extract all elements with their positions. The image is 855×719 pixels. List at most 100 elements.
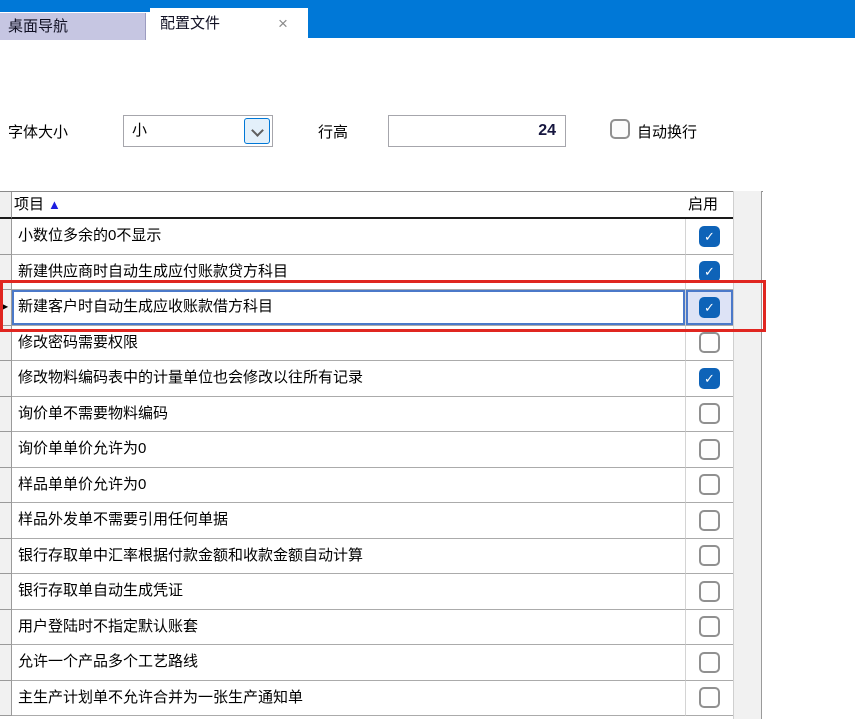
enabled-checkbox[interactable]: ✓ (699, 368, 720, 389)
setting-item-label: 新建客户时自动生成应收账款借方科目 (18, 298, 273, 315)
column-header-item-label: 项目 (14, 196, 44, 213)
setting-item-label: 用户登陆时不指定默认账套 (18, 618, 198, 635)
setting-item-cell[interactable]: 主生产计划单不允许合并为一张生产通知单 (12, 681, 686, 717)
setting-item-cell[interactable]: 新建客户时自动生成应收账款借方科目 (12, 290, 686, 326)
setting-item-label: 样品单单价允许为0 (18, 476, 146, 493)
row-selector-header (0, 192, 12, 219)
table-row: ► 新建客户时自动生成应收账款借方科目 ✓ (0, 290, 763, 326)
enabled-checkbox[interactable]: ✓ (699, 261, 720, 282)
checkmark-icon: ✓ (704, 368, 715, 389)
word-wrap-checkbox[interactable] (610, 119, 630, 139)
setting-item-cell[interactable]: 允许一个产品多个工艺路线 (12, 645, 686, 681)
column-header-enabled[interactable]: 启用 (686, 192, 733, 219)
setting-item-cell[interactable]: 修改物料编码表中的计量单位也会修改以往所有记录 (12, 361, 686, 397)
font-size-select[interactable]: 小 (123, 115, 273, 147)
table-header-row: 项目 ▲ 启用 (0, 191, 763, 219)
checkmark-icon: ✓ (704, 297, 715, 318)
enabled-checkbox[interactable] (699, 439, 720, 460)
row-selector-cell[interactable] (0, 681, 12, 717)
table-row: 主生产计划单不允许合并为一张生产通知单 (0, 681, 763, 717)
row-selector-cell[interactable] (0, 432, 12, 468)
column-header-item[interactable]: 项目 ▲ (12, 192, 686, 219)
enabled-cell (686, 574, 733, 610)
setting-item-label: 允许一个产品多个工艺路线 (18, 653, 198, 670)
setting-item-label: 询价单不需要物料编码 (18, 405, 168, 422)
enabled-cell: ✓ (686, 290, 733, 326)
row-selector-cell[interactable] (0, 361, 12, 397)
enabled-cell: ✓ (686, 255, 733, 291)
setting-item-cell[interactable]: 用户登陆时不指定默认账套 (12, 610, 686, 646)
setting-item-label: 新建供应商时自动生成应付账款贷方科目 (18, 263, 288, 280)
chevron-down-icon (251, 124, 264, 137)
setting-item-cell[interactable]: 银行存取单中汇率根据付款金额和收款金额自动计算 (12, 539, 686, 575)
setting-item-cell[interactable]: 修改密码需要权限 (12, 326, 686, 362)
row-selector-cell[interactable] (0, 503, 12, 539)
setting-item-label: 样品外发单不需要引用任何单据 (18, 511, 228, 528)
word-wrap-label: 自动换行 (637, 121, 697, 142)
setting-item-cell[interactable]: 样品单单价允许为0 (12, 468, 686, 504)
setting-item-label: 小数位多余的0不显示 (18, 227, 161, 244)
row-selector-cell[interactable] (0, 645, 12, 681)
table-row: 修改物料编码表中的计量单位也会修改以往所有记录 ✓ (0, 361, 763, 397)
row-selector-cell[interactable] (0, 397, 12, 433)
enabled-checkbox[interactable]: ✓ (699, 226, 720, 247)
enabled-checkbox[interactable] (699, 616, 720, 637)
row-selector-cell[interactable] (0, 326, 12, 362)
setting-item-label: 修改物料编码表中的计量单位也会修改以往所有记录 (18, 369, 363, 386)
row-selector-cell[interactable] (0, 255, 12, 291)
enabled-cell (686, 681, 733, 717)
enabled-cell (686, 645, 733, 681)
table-row: 允许一个产品多个工艺路线 (0, 645, 763, 681)
tabbar-background (308, 0, 855, 38)
setting-item-cell[interactable]: 银行存取单自动生成凭证 (12, 574, 686, 610)
enabled-cell: ✓ (686, 361, 733, 397)
enabled-checkbox[interactable] (699, 474, 720, 495)
row-selector-cell[interactable] (0, 219, 12, 255)
enabled-cell (686, 539, 733, 575)
row-selector-cell[interactable]: ► (0, 290, 12, 326)
enabled-checkbox[interactable] (699, 510, 720, 531)
row-selector-cell[interactable] (0, 574, 12, 610)
dropdown-button[interactable] (244, 118, 270, 144)
enabled-checkbox[interactable] (699, 581, 720, 602)
checkmark-icon: ✓ (704, 261, 715, 282)
tab-config-file-label: 配置文件 (160, 8, 220, 40)
setting-item-cell[interactable]: 样品外发单不需要引用任何单据 (12, 503, 686, 539)
settings-table: 项目 ▲ 启用 小数位多余的0不显示 ✓ 新建供应商时自动生成应付账款贷方科目 ✓ (0, 191, 763, 719)
setting-item-cell[interactable]: 询价单不需要物料编码 (12, 397, 686, 433)
font-size-selected-value: 小 (132, 116, 147, 146)
table-row: 银行存取单自动生成凭证 (0, 574, 763, 610)
enabled-checkbox[interactable] (699, 652, 720, 673)
tab-config-file[interactable]: 配置文件 × (150, 8, 308, 40)
enabled-checkbox[interactable] (699, 403, 720, 424)
table-row: 询价单单价允许为0 (0, 432, 763, 468)
enabled-checkbox[interactable] (699, 687, 720, 708)
app-window: 桌面导航 配置文件 × 字体大小 小 行高 24 自动换行 项目▲ 启用 小数位… (0, 0, 855, 719)
table-row: 询价单不需要物料编码 (0, 397, 763, 433)
setting-item-cell[interactable]: 新建供应商时自动生成应付账款贷方科目 (12, 255, 686, 291)
enabled-checkbox[interactable]: ✓ (699, 297, 720, 318)
row-selector-cell[interactable] (0, 610, 12, 646)
current-row-arrow-icon: ► (1, 302, 10, 312)
close-tab-icon[interactable]: × (268, 8, 298, 40)
table-row: 修改密码需要权限 (0, 326, 763, 362)
enabled-cell (686, 432, 733, 468)
checkmark-icon: ✓ (704, 226, 715, 247)
setting-item-label: 修改密码需要权限 (18, 334, 138, 351)
tab-desktop-navigation[interactable]: 桌面导航 (0, 13, 146, 40)
row-selector-cell[interactable] (0, 539, 12, 575)
setting-item-cell[interactable]: 询价单单价允许为0 (12, 432, 686, 468)
enabled-cell: ✓ (686, 219, 733, 255)
sort-ascending-icon: ▲ (48, 197, 61, 212)
row-selector-cell[interactable] (0, 468, 12, 504)
setting-item-label: 主生产计划单不允许合并为一张生产通知单 (18, 689, 303, 706)
enabled-checkbox[interactable] (699, 545, 720, 566)
line-height-input[interactable]: 24 (388, 115, 566, 147)
enabled-checkbox[interactable] (699, 332, 720, 353)
setting-item-cell[interactable]: 小数位多余的0不显示 (12, 219, 686, 255)
enabled-cell (686, 610, 733, 646)
line-height-label: 行高 (318, 121, 348, 142)
setting-item-label: 银行存取单中汇率根据付款金额和收款金额自动计算 (18, 547, 363, 564)
setting-item-label: 询价单单价允许为0 (18, 440, 146, 457)
enabled-cell (686, 468, 733, 504)
